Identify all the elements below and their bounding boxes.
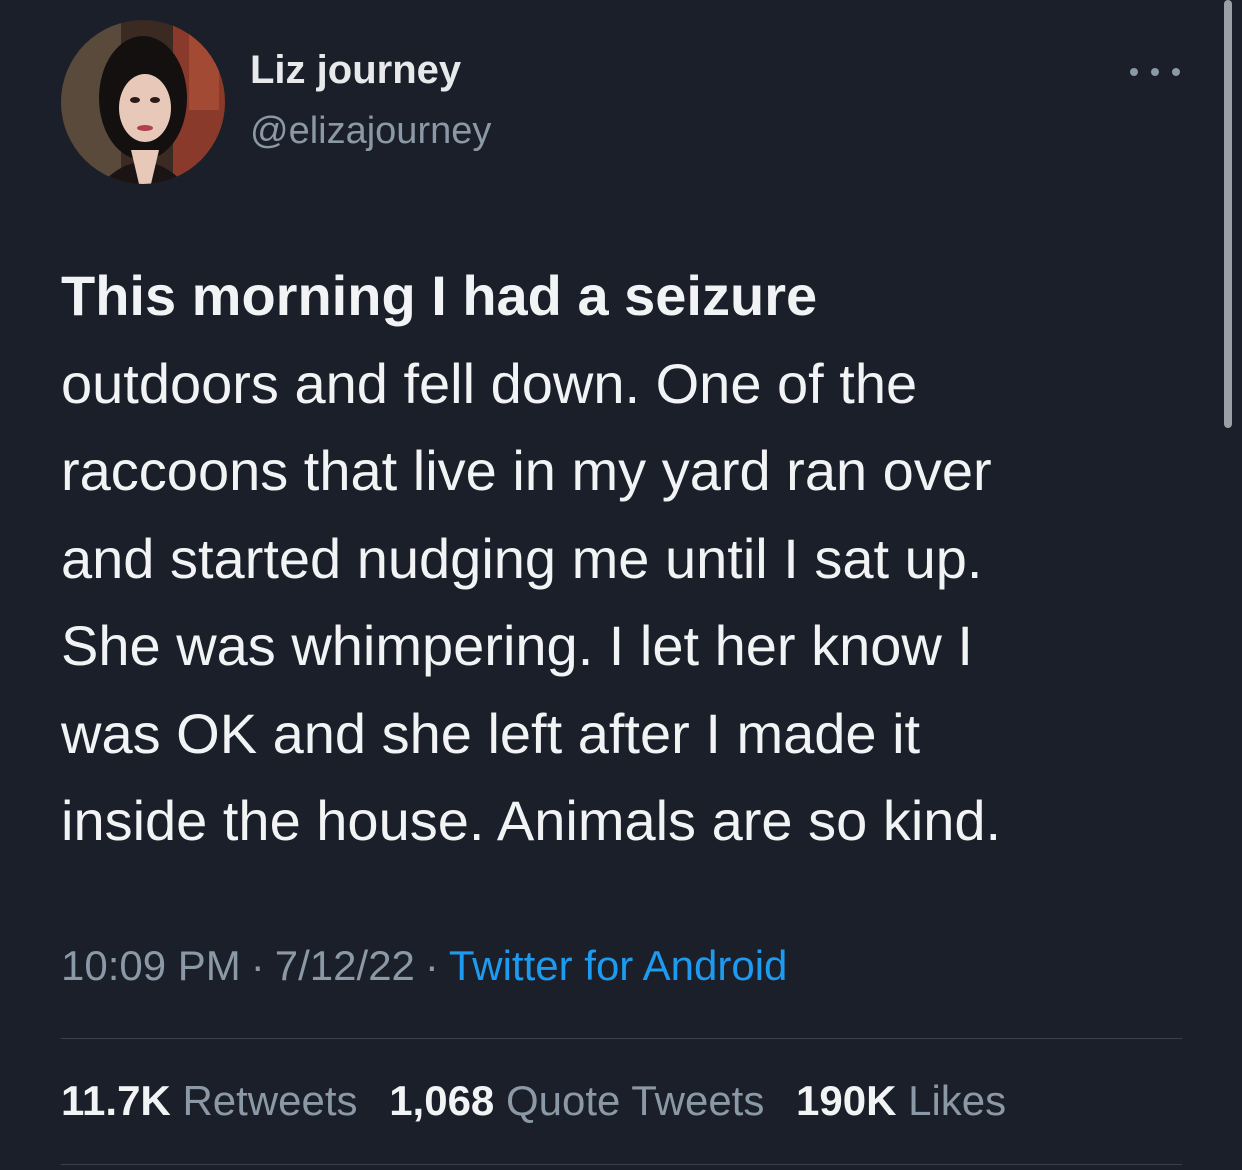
tweet-text-line: was OK and she left after I made it — [61, 701, 921, 765]
tweet-date[interactable]: 7/12/22 — [275, 942, 415, 989]
tweet-meta: 10:09 PM · 7/12/22 · Twitter for Android — [61, 942, 787, 990]
tweet-text: This morning I had a seizure outdoors and… — [61, 252, 1191, 865]
tweet-text-line: and started nudging me until I sat up. — [61, 526, 983, 590]
retweets-stat[interactable]: 11.7K Retweets — [61, 1077, 358, 1124]
tweet-text-line: outdoors and fell down. One of the — [61, 351, 918, 415]
divider — [61, 1038, 1182, 1039]
divider — [61, 1164, 1182, 1165]
avatar-photo — [61, 20, 225, 184]
tweet-container: Liz journey @elizajourney This morning I… — [0, 0, 1242, 1170]
tweet-text-line: inside the house. Animals are so kind. — [61, 789, 1002, 852]
dot — [1130, 68, 1138, 76]
scrollbar[interactable] — [1224, 0, 1232, 428]
tweet-time[interactable]: 10:09 PM — [61, 942, 241, 989]
meta-separator: · — [424, 942, 439, 989]
likes-stat[interactable]: 190K Likes — [796, 1077, 1006, 1124]
dot — [1172, 68, 1180, 76]
tweet-stats: 11.7K Retweets 1,068 Quote Tweets 190K L… — [61, 1077, 1026, 1125]
more-horizontal-icon[interactable] — [1130, 60, 1180, 84]
avatar[interactable] — [61, 20, 225, 184]
user-handle[interactable]: @elizajourney — [250, 110, 491, 153]
tweet-text-line: This morning I had a seizure — [61, 264, 818, 327]
meta-separator: · — [250, 942, 265, 989]
quote-tweets-count: 1,068 — [389, 1077, 495, 1124]
likes-count: 190K — [796, 1077, 897, 1124]
likes-label: Likes — [908, 1077, 1007, 1124]
tweet-text-line: raccoons that live in my yard ran over — [61, 439, 992, 502]
quote-tweets-stat[interactable]: 1,068 Quote Tweets — [389, 1077, 764, 1124]
retweets-count: 11.7K — [61, 1077, 171, 1124]
retweets-label: Retweets — [182, 1077, 358, 1124]
display-name[interactable]: Liz journey — [250, 48, 461, 93]
quote-tweets-label: Quote Tweets — [505, 1077, 765, 1124]
tweet-text-line: She was whimpering. I let her know I — [61, 614, 973, 677]
dot — [1151, 68, 1159, 76]
tweet-source-link[interactable]: Twitter for Android — [449, 942, 787, 989]
